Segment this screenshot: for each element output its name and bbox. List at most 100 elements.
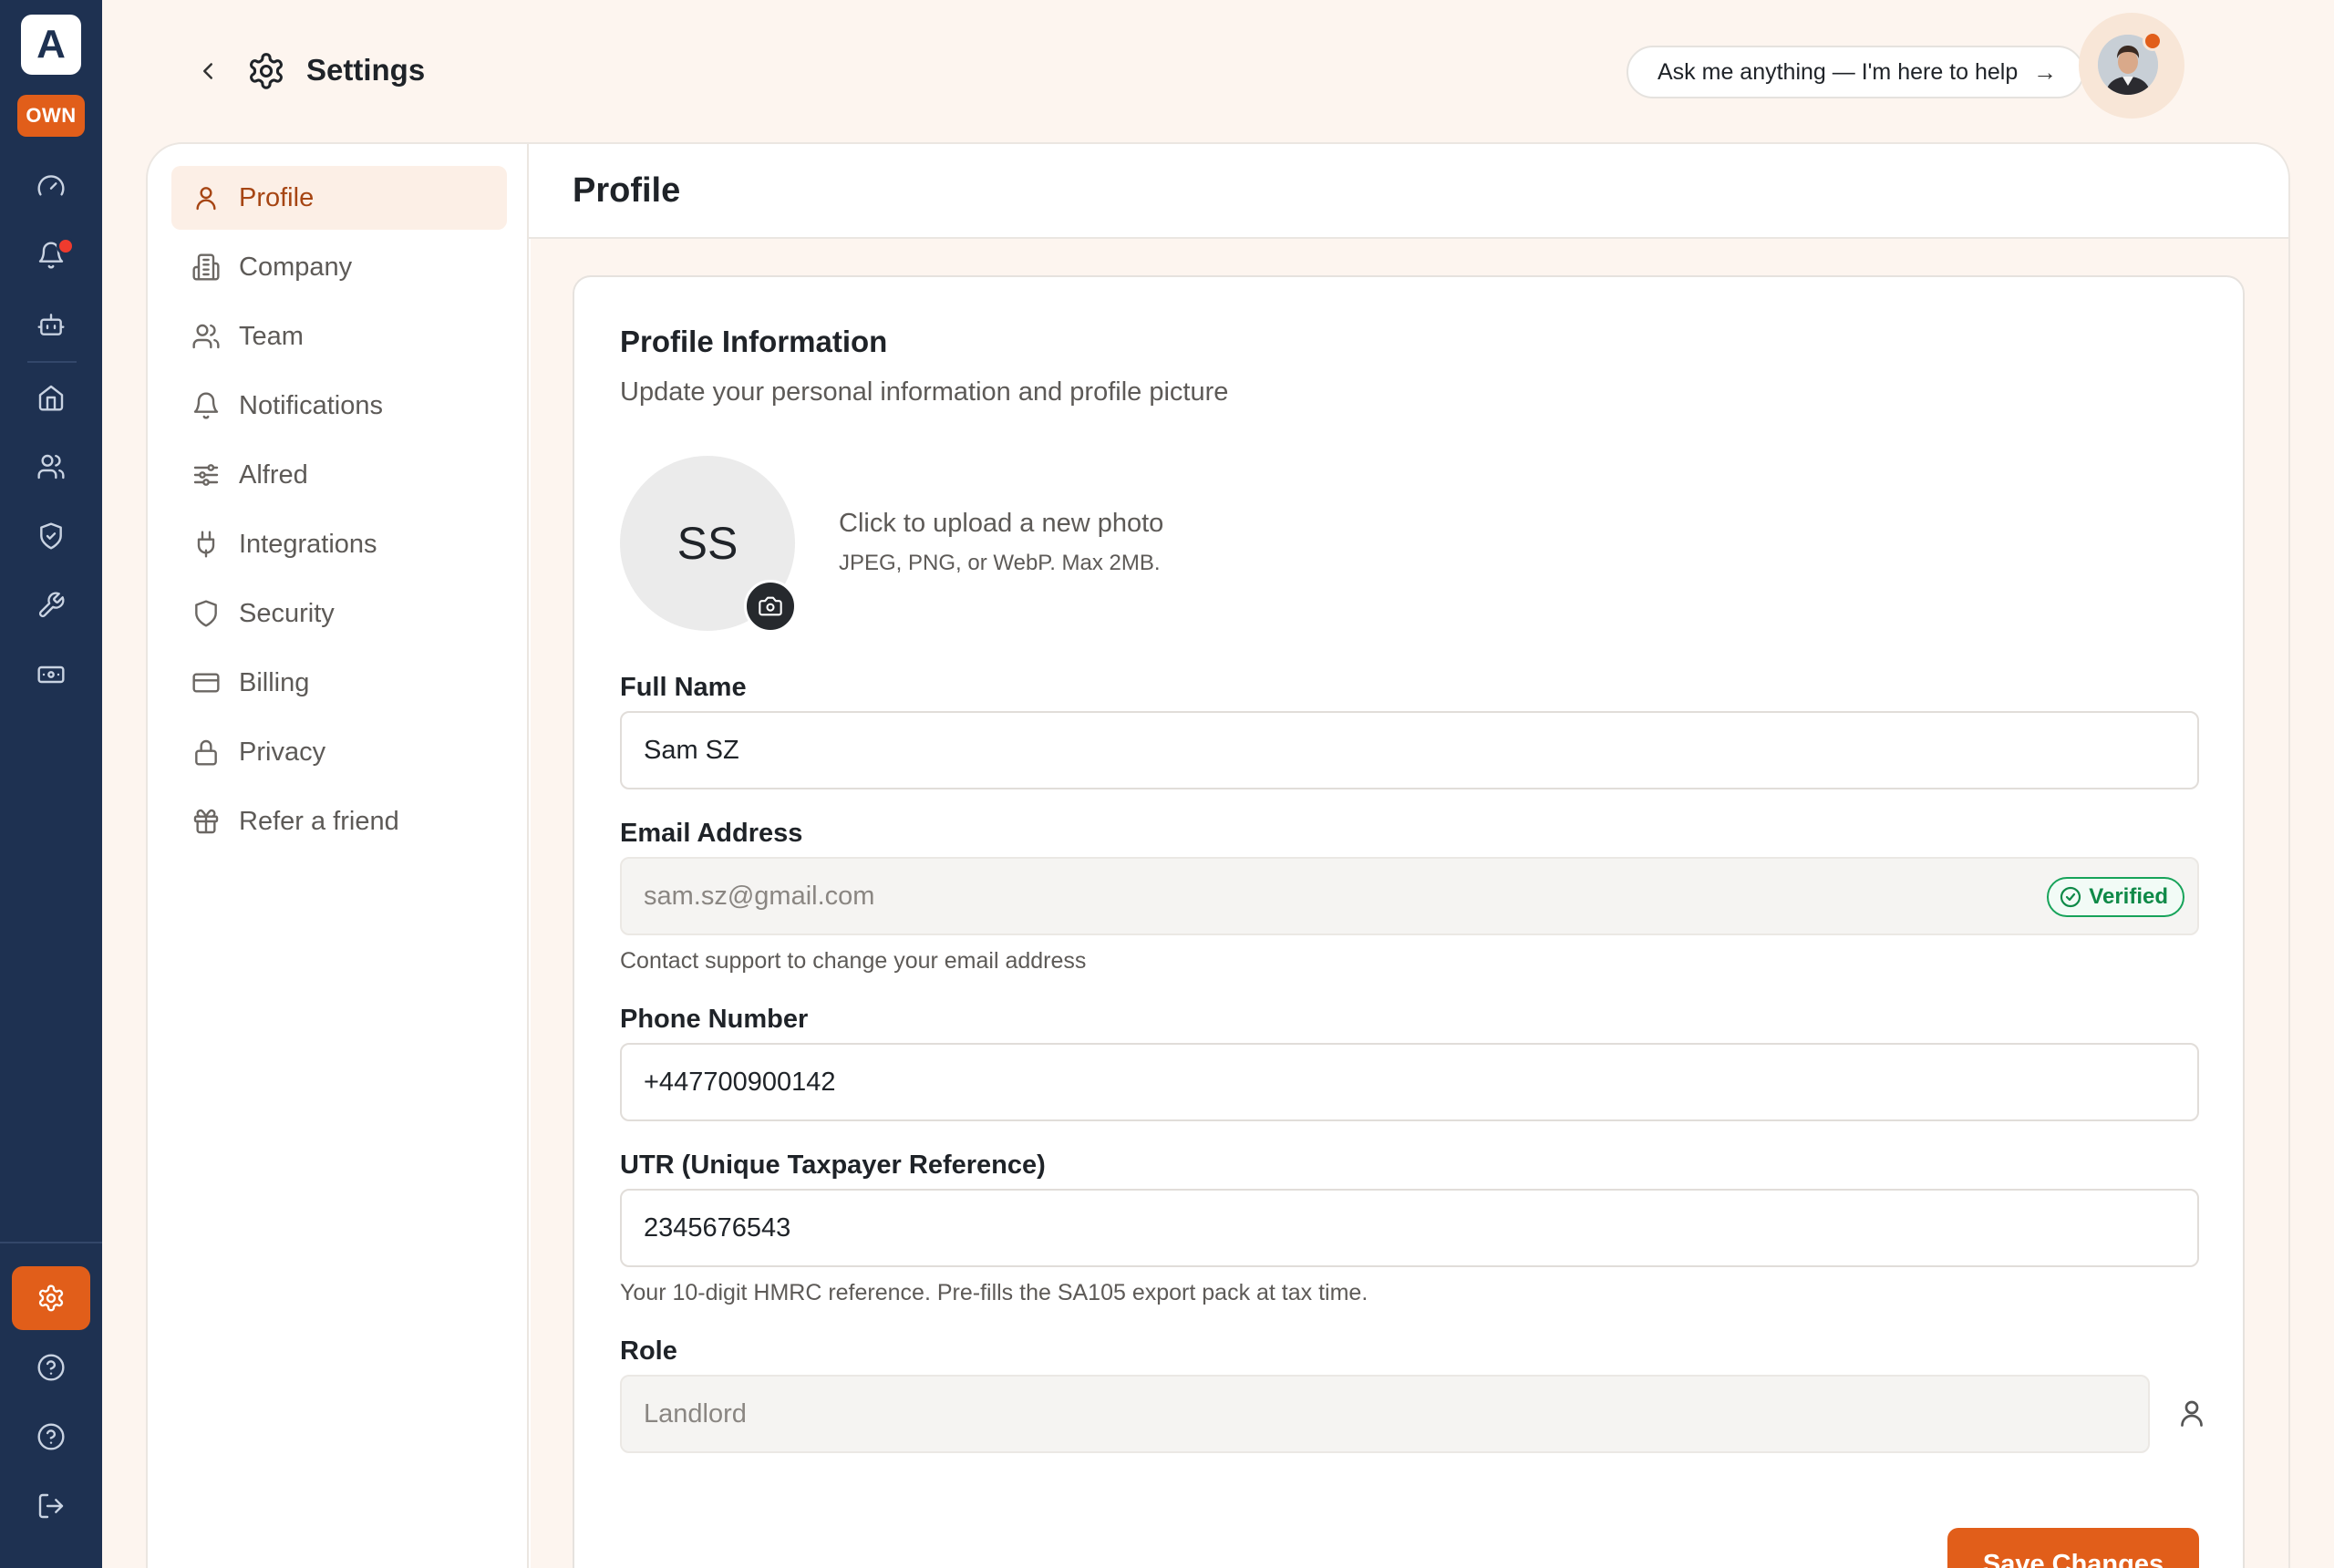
subnav-item-company[interactable]: Company xyxy=(171,235,507,299)
dashboard-button[interactable] xyxy=(24,159,78,213)
shield-icon xyxy=(195,600,217,627)
assistant-prompt-text: Ask me anything — I'm here to help xyxy=(1658,58,2019,85)
subnav-item-profile[interactable]: Profile xyxy=(171,166,507,230)
settings-button[interactable] xyxy=(12,1266,90,1330)
rail-divider xyxy=(0,1242,102,1243)
subnav-item-privacy[interactable]: Privacy xyxy=(171,720,507,784)
user-icon xyxy=(2181,1400,2203,1427)
help-circle-icon xyxy=(37,1354,65,1381)
logo-letter: A xyxy=(36,22,66,67)
app-logo[interactable]: A xyxy=(21,15,81,75)
help-button[interactable] xyxy=(24,1340,78,1395)
phone-field[interactable]: +447700900142 xyxy=(620,1043,2199,1121)
compliance-button[interactable] xyxy=(24,509,78,563)
gauge-icon xyxy=(37,175,65,196)
back-button[interactable] xyxy=(190,53,226,89)
subnav-item-label: Integrations xyxy=(239,529,377,559)
gear-icon xyxy=(38,1284,64,1312)
wrench-icon xyxy=(38,592,65,618)
online-status-dot xyxy=(2143,31,2163,51)
subnav-item-team[interactable]: Team xyxy=(171,304,507,368)
bell-icon xyxy=(193,392,219,419)
verified-badge: Verified xyxy=(2047,877,2184,917)
role-field: Landlord xyxy=(620,1375,2150,1453)
utr-value: 2345676543 xyxy=(644,1212,791,1243)
subnav-item-refer-a-friend[interactable]: Refer a friend xyxy=(171,789,507,853)
sliders-icon xyxy=(193,464,219,486)
settings-subnav: Profile Company Team Notifications Alfre… xyxy=(148,144,529,1568)
utr-help-text: Your 10-digit HMRC reference. Pre-fills … xyxy=(620,1280,1368,1305)
role-value: Landlord xyxy=(644,1398,747,1429)
own-badge[interactable]: OWN xyxy=(17,95,85,137)
subnav-item-label: Privacy xyxy=(239,737,326,767)
upload-photo-link[interactable]: Click to upload a new photo xyxy=(839,509,1163,539)
email-help-text: Contact support to change your email add… xyxy=(620,948,1087,974)
assistant-prompt-button[interactable]: Ask me anything — I'm here to help → xyxy=(1627,46,2084,98)
shield-check-icon xyxy=(40,522,62,550)
section-divider xyxy=(529,237,2288,239)
full-name-label: Full Name xyxy=(620,673,747,702)
role-label: Role xyxy=(620,1336,677,1366)
tenants-button[interactable] xyxy=(24,439,78,494)
subnav-item-label: Team xyxy=(239,321,304,351)
building-icon xyxy=(192,253,220,281)
upload-photo-hint: JPEG, PNG, or WebP. Max 2MB. xyxy=(839,551,1161,575)
bot-icon xyxy=(37,314,65,335)
page-title: Settings xyxy=(306,53,426,87)
notifications-button[interactable] xyxy=(24,228,78,283)
finance-button[interactable] xyxy=(24,647,78,702)
subnav-item-label: Company xyxy=(239,252,353,282)
subnav-item-security[interactable]: Security xyxy=(171,582,507,645)
banknote-icon xyxy=(37,665,65,684)
email-label: Email Address xyxy=(620,819,803,848)
card-title: Profile Information xyxy=(620,325,888,358)
gift-icon xyxy=(193,809,219,834)
subnav-item-label: Alfred xyxy=(239,459,308,490)
home-icon xyxy=(38,385,64,411)
subnav-item-billing[interactable]: Billing xyxy=(171,651,507,715)
users-icon xyxy=(37,454,65,480)
full-name-value: Sam SZ xyxy=(644,735,739,765)
subnav-item-label: Notifications xyxy=(239,390,383,420)
properties-button[interactable] xyxy=(24,370,78,425)
logout-button[interactable] xyxy=(24,1479,78,1533)
check-circle-icon xyxy=(2060,886,2081,908)
app-rail: A OWN xyxy=(0,0,102,1568)
assistant-button[interactable] xyxy=(24,297,78,352)
rail-divider xyxy=(27,361,77,363)
plug-icon xyxy=(197,531,215,558)
lock-icon xyxy=(195,739,217,766)
users-icon xyxy=(192,324,220,349)
phone-value: +447700900142 xyxy=(644,1067,836,1097)
utr-field[interactable]: 2345676543 xyxy=(620,1189,2199,1267)
save-changes-button[interactable]: Save Changes xyxy=(1947,1528,2199,1568)
email-field: sam.sz@gmail.com Verified xyxy=(620,857,2199,935)
subnav-item-label: Billing xyxy=(239,667,310,697)
subnav-item-label: Security xyxy=(239,598,335,628)
notification-dot xyxy=(57,237,75,255)
verified-label: Verified xyxy=(2089,884,2168,909)
help-circle-icon xyxy=(37,1423,65,1450)
support-button[interactable] xyxy=(24,1409,78,1464)
subnav-item-notifications[interactable]: Notifications xyxy=(171,374,507,438)
user-icon xyxy=(196,187,216,211)
subnav-item-integrations[interactable]: Integrations xyxy=(171,512,507,576)
arrow-right-icon: → xyxy=(2033,57,2057,86)
gear-icon xyxy=(250,53,283,89)
profile-initials: SS xyxy=(676,518,738,569)
phone-label: Phone Number xyxy=(620,1005,809,1034)
section-title: Profile xyxy=(573,171,681,210)
card-subtitle: Update your personal information and pro… xyxy=(620,377,1229,407)
change-photo-button[interactable] xyxy=(744,580,797,633)
subnav-item-label: Profile xyxy=(239,182,315,212)
utr-label: UTR (Unique Taxpayer Reference) xyxy=(620,1150,1046,1180)
camera-icon xyxy=(759,596,782,616)
email-value: sam.sz@gmail.com xyxy=(644,881,875,911)
subnav-item-label: Refer a friend xyxy=(239,806,399,836)
subnav-item-alfred[interactable]: Alfred xyxy=(171,443,507,507)
profile-information-card: Profile Information Update your personal… xyxy=(573,275,2245,1568)
chevron-left-icon xyxy=(203,63,212,79)
full-name-field[interactable]: Sam SZ xyxy=(620,711,2199,789)
settings-panel: Profile Company Team Notifications Alfre… xyxy=(146,142,2290,1568)
maintenance-button[interactable] xyxy=(24,578,78,633)
